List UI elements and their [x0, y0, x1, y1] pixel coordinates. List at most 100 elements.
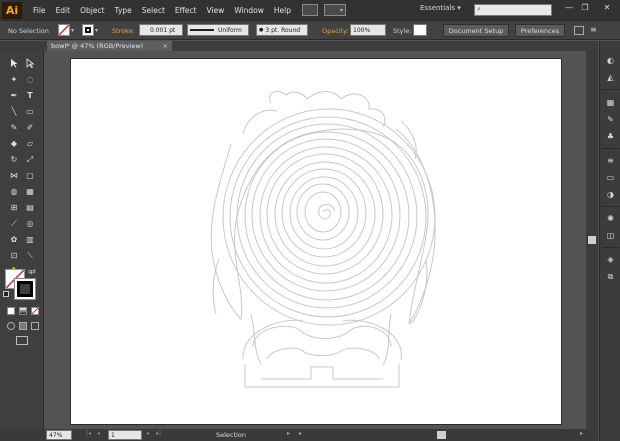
stroke-swatch[interactable] [82, 24, 94, 36]
artboards-panel-icon[interactable]: ⧉ [604, 271, 617, 282]
artboard[interactable] [70, 58, 562, 425]
rotate-tool-icon[interactable]: ↻ [8, 154, 20, 165]
appearance-panel-icon[interactable]: ✺ [604, 213, 617, 224]
search-input[interactable]: ⌕ [474, 4, 552, 16]
draw-behind-icon[interactable] [19, 322, 27, 330]
none-mode-button[interactable] [31, 307, 39, 315]
preferences-button[interactable]: Preferences [515, 24, 565, 37]
arrange-documents-icon[interactable]: ▾ [324, 4, 346, 16]
last-artboard-icon[interactable]: ▸| [156, 430, 161, 437]
menu-type[interactable]: Type [110, 6, 137, 15]
first-artboard-icon[interactable]: |◂ [86, 430, 91, 437]
scroll-left-icon[interactable]: ◂ [298, 430, 301, 437]
bridge-icon[interactable] [302, 4, 318, 16]
document-setup-button[interactable]: Document Setup [443, 24, 509, 37]
menu-window[interactable]: Window [229, 6, 269, 15]
selection-tool-icon[interactable] [8, 58, 20, 69]
fill-swatch[interactable] [58, 24, 70, 36]
document-title: bowl* @ 47% (RGB/Preview) [51, 42, 144, 50]
slice-tool-icon[interactable]: ⟍ [24, 250, 36, 261]
menu-effect[interactable]: Effect [170, 6, 202, 15]
shape-builder-icon[interactable]: ◍ [8, 186, 20, 197]
line-tool-icon[interactable]: ╲ [8, 106, 20, 117]
zoom-value: 47% [49, 431, 63, 439]
blob-brush-icon[interactable]: ◆ [8, 138, 20, 149]
align-icon[interactable] [574, 26, 584, 35]
layers-panel-icon[interactable]: ◈ [604, 254, 617, 265]
artboard-field[interactable]: 1 [108, 430, 142, 440]
brushes-panel-icon[interactable]: ✎ [604, 114, 617, 125]
free-transform-icon[interactable]: ▢ [24, 170, 36, 181]
close-button[interactable]: ✕ [600, 3, 614, 12]
next-artboard-icon[interactable]: ▸ [147, 430, 150, 437]
document-tab[interactable]: bowl* @ 47% (RGB/Preview) × [47, 41, 172, 51]
perspective-grid-icon[interactable]: ▦ [24, 186, 36, 197]
color-panel-icon[interactable]: ◐ [604, 55, 617, 66]
rectangle-tool-icon[interactable]: ▭ [24, 106, 36, 117]
menu-select[interactable]: Select [137, 6, 170, 15]
horizontal-scroll-thumb[interactable] [437, 431, 446, 439]
menu-edit[interactable]: Edit [51, 6, 76, 15]
pencil-icon[interactable]: ✐ [24, 122, 36, 133]
symbols-panel-icon[interactable]: ♣ [604, 131, 617, 142]
lasso-icon[interactable]: ◌ [24, 74, 36, 85]
stroke-dropdown-arrow[interactable]: ▾ [95, 27, 98, 34]
artboard-value: 1 [111, 431, 115, 439]
magic-wand-icon[interactable]: ✦ [8, 74, 20, 85]
paintbrush-icon[interactable]: ✎ [8, 122, 20, 133]
color-mode-button[interactable] [7, 307, 15, 315]
menu-object[interactable]: Object [75, 6, 109, 15]
menu-view[interactable]: View [202, 6, 230, 15]
pen-tool-icon[interactable]: ✒ [8, 90, 20, 101]
current-tool-status[interactable]: Selection [216, 431, 246, 439]
mesh-tool-icon[interactable]: ⊞ [8, 202, 20, 213]
scale-tool-icon[interactable]: ⤢ [24, 154, 36, 165]
zoom-field[interactable]: 47% [46, 430, 72, 440]
default-colors-icon[interactable] [3, 291, 9, 297]
control-bar: No Selection ▾ ▾ Stroke: 0.001 pt Unifor… [0, 20, 620, 40]
type-tool-icon[interactable]: T [24, 90, 36, 101]
brush-definition[interactable]: ● 3 pt. Round [256, 24, 308, 36]
minimize-button[interactable]: — [562, 3, 576, 12]
previous-artboard-icon[interactable]: ◂ [97, 430, 100, 437]
panel-menu-icon[interactable]: ≡ [590, 25, 597, 34]
blend-tool-icon[interactable]: ◎ [24, 218, 36, 229]
width-tool-icon[interactable]: ⋈ [8, 170, 20, 181]
fill-dropdown-arrow[interactable]: ▾ [71, 27, 74, 34]
direct-selection-tool-icon[interactable] [24, 58, 36, 69]
gradient-mode-button[interactable] [19, 307, 27, 315]
symbol-sprayer-icon[interactable]: ✿ [8, 234, 20, 245]
vertical-scrollbar[interactable] [586, 51, 598, 429]
opacity-label[interactable]: Opacity: [322, 27, 349, 35]
restore-button[interactable]: ❐ [578, 3, 592, 12]
stroke-label[interactable]: Stroke: [112, 27, 135, 35]
opacity-field[interactable]: 100% [350, 24, 386, 36]
transparency-panel-icon[interactable]: ◑ [604, 189, 617, 200]
scroll-right-icon[interactable]: ▸ [580, 430, 583, 437]
artboard-tool-icon[interactable]: ⊡ [8, 250, 20, 261]
variable-width-profile[interactable]: Uniform [187, 24, 249, 36]
graphic-style-swatch[interactable] [413, 24, 427, 36]
screen-mode-icon[interactable] [16, 336, 28, 345]
draw-inside-icon[interactable] [31, 322, 39, 330]
main-menu: File Edit Object Type Select Effect View… [28, 6, 296, 15]
eyedropper-icon[interactable]: ⟋ [8, 218, 20, 229]
column-graph-icon[interactable]: ▥ [24, 234, 36, 245]
gradient-panel-icon[interactable]: ▭ [604, 172, 617, 183]
eraser-icon[interactable]: ▱ [24, 138, 36, 149]
close-tab-icon[interactable]: × [163, 41, 168, 51]
color-guide-icon[interactable]: ◭ [604, 72, 617, 83]
workspace-switcher[interactable]: Essentials ▾ [420, 4, 461, 12]
menu-file[interactable]: File [28, 6, 51, 15]
vertical-scroll-thumb[interactable] [588, 236, 596, 244]
swatches-panel-icon[interactable]: ▦ [604, 97, 617, 108]
menu-help[interactable]: Help [269, 6, 296, 15]
swap-colors-icon[interactable]: ⇄ [30, 268, 36, 276]
status-arrow-icon[interactable]: ▸ [287, 430, 290, 437]
draw-normal-icon[interactable] [7, 322, 15, 330]
graphic-styles-icon[interactable]: ◫ [604, 230, 617, 241]
gradient-tool-icon[interactable]: ▤ [24, 202, 36, 213]
stroke-color-box[interactable] [14, 278, 36, 300]
stroke-panel-icon[interactable]: ≡ [604, 155, 617, 166]
stroke-weight-field[interactable]: 0.001 pt [139, 24, 183, 36]
